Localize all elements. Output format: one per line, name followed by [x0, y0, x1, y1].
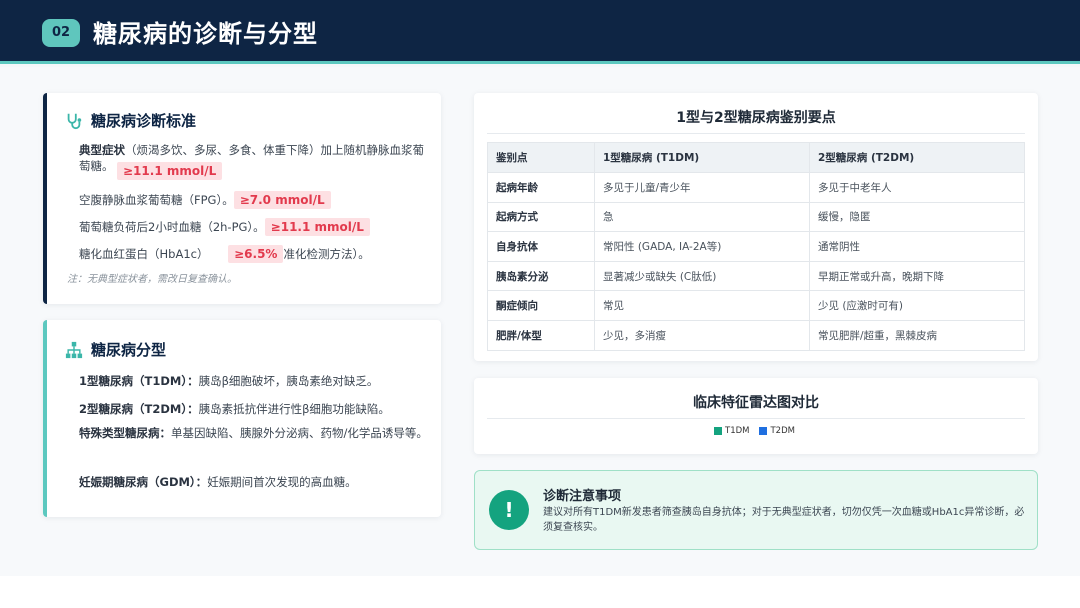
legend-item-t1dm[interactable]: T1DM [714, 426, 749, 436]
legend-swatch [759, 427, 768, 435]
criterion-text: 葡萄糖负荷后2小时血糖（2h-PG）。 [79, 220, 265, 234]
table-header-row: 鉴别点 1型糖尿病 (T1DM) 2型糖尿病 (T2DM) [487, 142, 1025, 173]
notice-body: 建议对所有T1DM新发患者筛查胰岛自身抗体；对于无典型症状者，切勿仅凭一次血糖或… [543, 507, 1025, 533]
table-row: 起病方式 急 缓慢，隐匿 [487, 201, 1025, 233]
diagnosis-criteria-card: 糖尿病诊断标准 典型症状（烦渴多饮、多尿、多食、体重下降）加上随机静脉血浆葡萄糖… [43, 93, 441, 304]
type-label: 妊娠期糖尿病（GDM）： [79, 475, 208, 489]
type-text: 胰岛β细胞破坏，胰岛素绝对缺乏。 [198, 374, 379, 388]
criterion-text-tail: 准化检测方法）。 [283, 247, 370, 261]
type-label: 2型糖尿病（T2DM）： [79, 402, 199, 416]
column-header: 鉴别点 [487, 142, 595, 173]
criterion-fpg: 空腹静脉血浆葡萄糖（FPG）。 ≥7.0 mmol/L [79, 191, 331, 209]
threshold-value: ≥7.0 mmol/L [233, 191, 331, 209]
footer-strip [0, 576, 1080, 608]
table-row: 起病年龄 多见于儿童/青少年 多见于中老年人 [487, 172, 1025, 203]
divider [487, 418, 1025, 419]
diagnosis-card-header: 糖尿病诊断标准 [65, 110, 196, 131]
table-cell: 常见肥胖/超重，黑棘皮病 [809, 319, 1025, 351]
criterion-label: 典型症状 [79, 143, 125, 157]
table-cell: 起病方式 [487, 201, 595, 233]
type-label: 1型糖尿病（T1DM）： [79, 374, 199, 388]
types-card-header: 糖尿病分型 [65, 339, 166, 360]
header-bar: 02 糖尿病的诊断与分型 [0, 0, 1080, 64]
diagnosis-footnote: 注：无典型症状者，需改日复查确认。 [67, 274, 237, 285]
section-number-badge: 02 [42, 19, 80, 47]
table-cell: 显著减少或缺失 (C肽低) [594, 260, 810, 292]
column-header: 2型糖尿病 (T2DM) [809, 142, 1025, 173]
criterion-text: 空腹静脉血浆葡萄糖（FPG）。 [79, 193, 234, 207]
stethoscope-icon [67, 113, 82, 129]
table-cell: 肥胖/体型 [487, 319, 595, 351]
legend-label: T1DM [725, 426, 750, 436]
diagnosis-card-title: 糖尿病诊断标准 [91, 112, 197, 130]
type-text: 单基因缺陷、胰腺外分泌病、药物/化学品诱导等。 [171, 426, 428, 440]
type-label: 特殊类型糖尿病： [79, 426, 171, 440]
table-cell: 自身抗体 [487, 231, 595, 262]
type-text: 胰岛素抵抗伴进行性β细胞功能缺陷。 [198, 402, 390, 416]
table-cell: 通常阴性 [809, 231, 1025, 262]
hierarchy-icon [65, 341, 83, 358]
page-title: 糖尿病的诊断与分型 [93, 20, 318, 48]
type-item-t2dm: 2型糖尿病（T2DM）：胰岛素抵抗伴进行性β细胞功能缺陷。 [79, 401, 390, 417]
table-cell: 酮症倾向 [487, 290, 595, 321]
table-cell: 起病年龄 [487, 172, 595, 203]
table-cell: 缓慢，隐匿 [809, 201, 1025, 233]
column-header: 1型糖尿病 (T1DM) [594, 142, 810, 173]
type-item-special: 特殊类型糖尿病：单基因缺陷、胰腺外分泌病、药物/化学品诱导等。 [79, 425, 428, 441]
legend-item-t2dm[interactable]: T2DM [759, 426, 795, 436]
table-cell: 早期正常或升高，晚期下降 [809, 260, 1025, 292]
table-row: 自身抗体 常阳性 (GADA, IA-2A等) 通常阴性 [487, 231, 1025, 262]
criterion-typical-value-row: ≥11.1 mmol/L [117, 162, 223, 180]
table-cell: 急 [594, 201, 810, 233]
type-text: 妊娠期间首次发现的高血糖。 [207, 475, 357, 489]
table-cell: 多见于儿童/青少年 [594, 172, 810, 203]
table-cell: 少见 (应激时可有) [809, 290, 1025, 321]
table-row: 酮症倾向 常见 少见 (应激时可有) [487, 290, 1025, 321]
threshold-value: ≥6.5% [228, 245, 284, 263]
type-item-t1dm: 1型糖尿病（T1DM）：胰岛β细胞破坏，胰岛素绝对缺乏。 [79, 373, 378, 389]
types-card-title: 糖尿病分型 [91, 341, 167, 359]
table-cell: 常见 [594, 290, 810, 321]
criterion-2h-pg: 葡萄糖负荷后2小时血糖（2h-PG）。 ≥11.1 mmol/L [79, 218, 370, 236]
radar-chart-card: 临床特征雷达图对比 T1DM T2DM [474, 378, 1038, 454]
diagnosis-notice-card: ! 诊断注意事项 建议对所有T1DM新发患者筛查胰岛自身抗体；对于无典型症状者，… [474, 470, 1038, 550]
legend-swatch [714, 427, 722, 435]
table-cell: 多见于中老年人 [809, 172, 1025, 203]
comparison-table-card: 1型与2型糖尿病鉴别要点 鉴别点 1型糖尿病 (T1DM) 2型糖尿病 (T2D… [474, 93, 1038, 361]
diabetes-types-card: 糖尿病分型 1型糖尿病（T1DM）：胰岛β细胞破坏，胰岛素绝对缺乏。 2型糖尿病… [43, 320, 441, 517]
criterion-hba1c: 糖化血红蛋白（HbA1c） ≥6.5% 准化检测方法）。 [79, 245, 370, 263]
table-cell: 胰岛素分泌 [487, 260, 595, 292]
divider [487, 133, 1025, 134]
comparison-table-title: 1型与2型糖尿病鉴别要点 [676, 110, 836, 126]
comparison-table: 鉴别点 1型糖尿病 (T1DM) 2型糖尿病 (T2DM) 起病年龄 多见于儿童… [487, 142, 1025, 351]
threshold-value: ≥11.1 mmol/L [264, 218, 370, 236]
table-row: 肥胖/体型 少见，多消瘦 常见肥胖/超重，黑棘皮病 [487, 319, 1025, 351]
radar-legend: T1DM T2DM [714, 426, 805, 436]
threshold-value: ≥11.1 mmol/L [117, 162, 223, 180]
criterion-text: 糖化血红蛋白（HbA1c） [79, 247, 209, 261]
notice-title: 诊断注意事项 [543, 489, 622, 504]
type-item-gdm: 妊娠期糖尿病（GDM）：妊娠期间首次发现的高血糖。 [79, 474, 357, 490]
table-cell: 常阳性 (GADA, IA-2A等) [594, 231, 810, 262]
alert-icon: ! [489, 490, 529, 530]
table-cell: 少见，多消瘦 [594, 319, 810, 351]
legend-label: T2DM [770, 426, 795, 436]
table-row: 胰岛素分泌 显著减少或缺失 (C肽低) 早期正常或升高，晚期下降 [487, 260, 1025, 292]
radar-chart-title: 临床特征雷达图对比 [693, 395, 819, 411]
